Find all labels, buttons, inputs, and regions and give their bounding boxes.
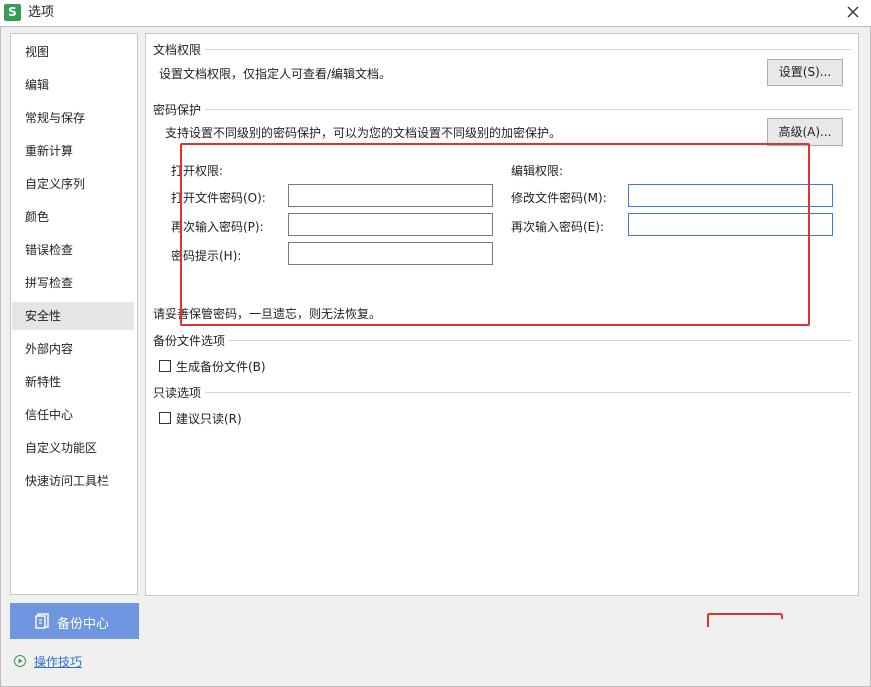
doc-permission-description: 设置文档权限，仅指定人可查看/编辑文档。 [159,67,392,81]
sidebar-item-external-content[interactable]: 外部内容 [12,335,134,363]
sidebar: 视图 编辑 常规与保存 重新计算 自定义序列 颜色 错误检查 拼写检查 安全性 … [10,33,138,595]
backup-center-button[interactable]: 备份中心 [10,603,139,639]
backup-document-icon [35,613,49,629]
sidebar-item-error-check[interactable]: 错误检查 [12,236,134,264]
sidebar-item-spell-check[interactable]: 拼写检查 [12,269,134,297]
sidebar-item-edit[interactable]: 编辑 [12,71,134,99]
doc-permission-title: 文档权限 [153,41,206,58]
tips-link[interactable]: 操作技巧 [34,653,82,670]
highlight-box-partial [707,613,783,627]
play-circle-icon [14,655,26,667]
sidebar-item-recalculate[interactable]: 重新计算 [12,137,134,165]
password-protection-title: 密码保护 [153,101,206,118]
backup-options-title: 备份文件选项 [153,332,230,349]
title-bar [0,0,871,26]
sidebar-item-color[interactable]: 颜色 [12,203,134,231]
section-divider [229,340,851,341]
backup-file-label[interactable]: 生成备份文件(B) [176,358,266,375]
sidebar-item-view[interactable]: 视图 [12,38,134,66]
window-title: 选项 [28,5,55,20]
sidebar-item-general-save[interactable]: 常规与保存 [12,104,134,132]
sidebar-item-quick-access-toolbar[interactable]: 快速访问工具栏 [12,467,134,495]
section-divider [205,49,851,50]
highlight-box [180,143,810,326]
sidebar-item-security[interactable]: 安全性 [12,302,134,330]
close-icon[interactable] [846,5,860,19]
password-protection-description: 支持设置不同级别的密码保护，可以为您的文档设置不同级别的加密保护。 [165,126,562,140]
section-divider [205,392,851,393]
section-divider [205,109,851,110]
suggest-readonly-label[interactable]: 建议只读(R) [176,410,242,427]
sidebar-item-customize-ribbon[interactable]: 自定义功能区 [12,434,134,462]
advanced-button[interactable]: 高级(A)... [767,118,843,146]
sidebar-item-new-features[interactable]: 新特性 [12,368,134,396]
sidebar-item-custom-lists[interactable]: 自定义序列 [12,170,134,198]
app-logo-icon: S [4,4,21,21]
backup-file-checkbox[interactable] [159,360,171,372]
readonly-options-title: 只读选项 [153,384,206,401]
sidebar-item-trust-center[interactable]: 信任中心 [12,401,134,429]
backup-center-label: 备份中心 [57,617,110,632]
suggest-readonly-checkbox[interactable] [159,412,171,424]
doc-permission-settings-button[interactable]: 设置(S)... [767,59,843,86]
